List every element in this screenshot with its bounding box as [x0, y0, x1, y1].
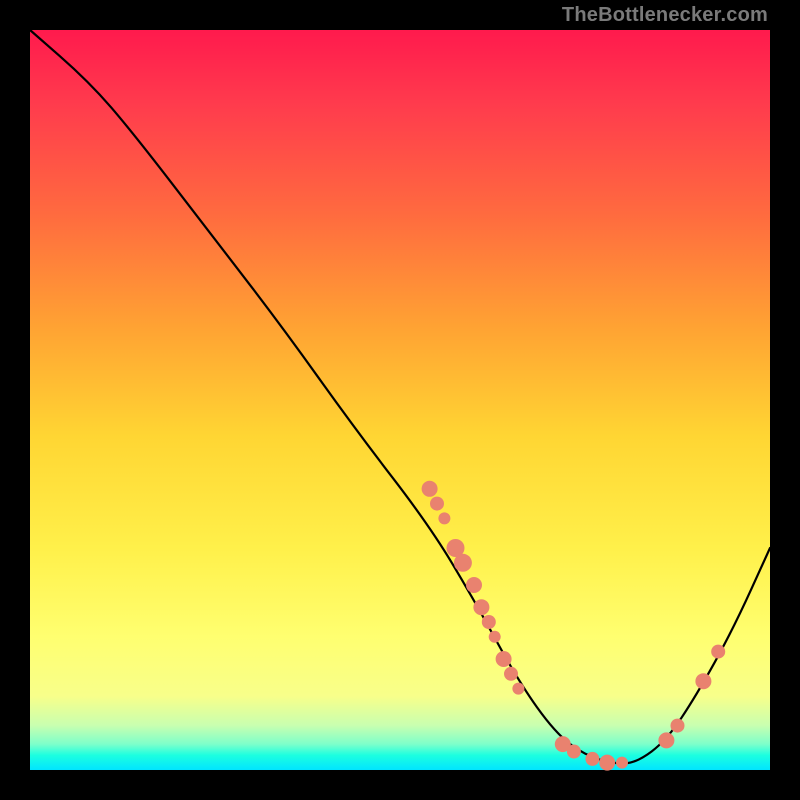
- data-point: [616, 757, 628, 769]
- data-point: [504, 667, 518, 681]
- data-point: [671, 719, 685, 733]
- data-point: [567, 745, 581, 759]
- data-point: [711, 645, 725, 659]
- data-point: [496, 651, 512, 667]
- chart-svg: [30, 30, 770, 770]
- data-point: [599, 755, 615, 771]
- data-point: [658, 732, 674, 748]
- data-point: [430, 497, 444, 511]
- bottleneck-curve: [30, 30, 770, 763]
- data-point: [695, 673, 711, 689]
- data-point: [482, 615, 496, 629]
- watermark-text: TheBottlenecker.com: [562, 4, 768, 27]
- data-point: [585, 752, 599, 766]
- data-point: [438, 512, 450, 524]
- data-point: [512, 683, 524, 695]
- data-point: [422, 481, 438, 497]
- data-point: [466, 577, 482, 593]
- data-point: [473, 599, 489, 615]
- chart-area: [30, 30, 770, 770]
- scatter-layer: [422, 481, 726, 771]
- data-point: [489, 631, 501, 643]
- data-point: [454, 554, 472, 572]
